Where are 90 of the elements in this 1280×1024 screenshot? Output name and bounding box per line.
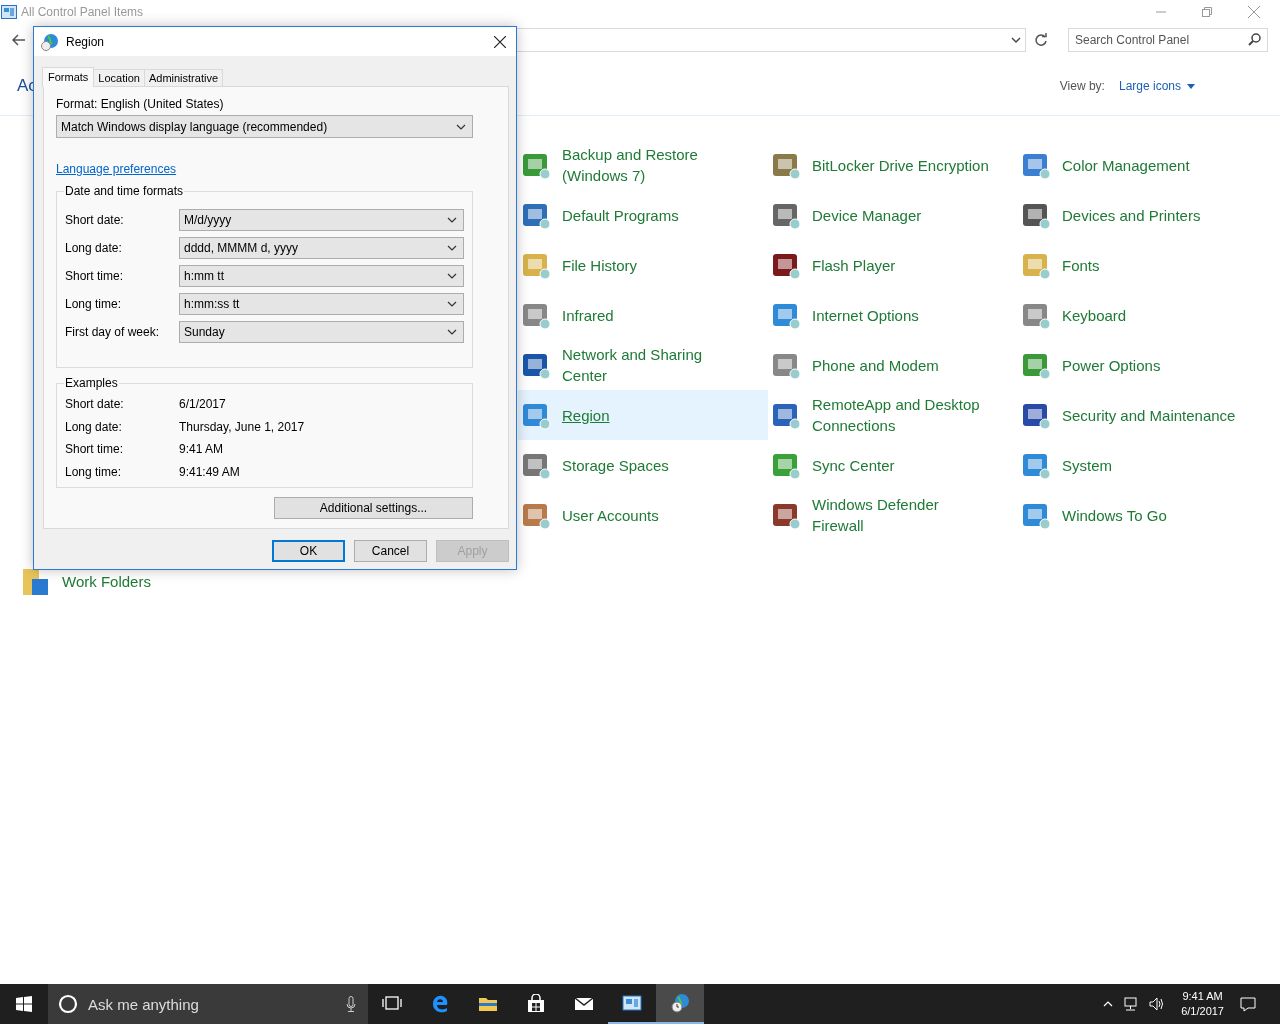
microphone-icon xyxy=(346,996,356,1012)
example-label: Long time: xyxy=(65,464,123,479)
chevron-down-icon xyxy=(447,329,457,335)
example-value: Thursday, June 1, 2017 xyxy=(179,419,305,434)
applet-item[interactable]: Windows To Go xyxy=(1018,490,1268,540)
chevron-down-icon xyxy=(447,273,457,279)
field-label: First day of week: xyxy=(65,325,161,339)
taskbar-app-button[interactable] xyxy=(656,984,704,1024)
applet-item[interactable]: Security and Maintenance xyxy=(1018,390,1268,440)
control-panel-icon xyxy=(622,993,642,1013)
applet-item[interactable]: RemoteApp and Desktop Connections xyxy=(768,390,1018,440)
format-label: Format: English (United States) xyxy=(56,97,225,111)
applet-item[interactable]: Network and Sharing Center xyxy=(518,340,768,390)
globe-clock-icon xyxy=(670,993,690,1013)
refresh-icon xyxy=(1034,33,1048,47)
example-label: Short date: xyxy=(65,397,125,412)
volume-icon xyxy=(1149,997,1166,1011)
field-label: Long time: xyxy=(65,297,123,311)
tab[interactable]: Administrative xyxy=(143,69,223,86)
view-mode-dropdown[interactable]: Large icons xyxy=(1118,79,1195,93)
restore-icon xyxy=(1202,6,1212,17)
shopping-bag-icon xyxy=(526,994,546,1014)
applet-item[interactable]: User Accounts xyxy=(518,490,768,540)
applet-item[interactable]: Color Management xyxy=(1018,140,1268,190)
applet-item[interactable]: Default Programs xyxy=(518,190,768,240)
applet-item[interactable]: Devices and Printers xyxy=(1018,190,1268,240)
applet-item[interactable]: Region xyxy=(518,390,768,440)
chevron-down-icon xyxy=(1011,37,1021,43)
dropdown[interactable]: dddd, MMMM d, yyyy xyxy=(179,237,464,259)
applet-item[interactable]: Work Folders xyxy=(18,556,270,606)
example-label: Short time: xyxy=(65,442,125,457)
group-title: Date and time formats xyxy=(64,184,185,198)
dialog-title: Region xyxy=(66,34,106,49)
dropdown[interactable]: M/d/yyyy xyxy=(179,209,464,231)
applet-item[interactable]: Device Manager xyxy=(768,190,1018,240)
dropdown[interactable]: h:mm:ss tt xyxy=(179,293,464,315)
applet-item[interactable]: Infrared xyxy=(518,290,768,340)
dropdown[interactable]: Sunday xyxy=(179,321,464,343)
clock-time: 9:41 AM xyxy=(1182,989,1223,1004)
chevron-down-icon xyxy=(447,245,457,251)
chevron-up-icon xyxy=(1103,1001,1114,1007)
search-box[interactable]: Ask me anything xyxy=(48,984,368,1024)
applet-item[interactable]: Internet Options xyxy=(768,290,1018,340)
additional-settings-button[interactable]: Additional settings... xyxy=(274,497,473,519)
applet-item[interactable]: System xyxy=(1018,440,1268,490)
notification-icon xyxy=(1240,996,1256,1012)
search-icon xyxy=(1248,33,1261,46)
applet-item[interactable]: Storage Spaces xyxy=(518,440,768,490)
dialog-button[interactable]: OK xyxy=(272,540,345,562)
example-value: 6/1/2017 xyxy=(179,397,226,412)
applet-item[interactable]: Phone and Modem xyxy=(768,340,1018,390)
example-value: 9:41:49 AM xyxy=(179,464,240,479)
dialog-button[interactable]: Cancel xyxy=(354,540,427,562)
back-arrow-icon xyxy=(12,34,26,46)
close-icon xyxy=(494,35,506,48)
dropdown[interactable]: h:mm tt xyxy=(179,265,464,287)
view-by-label: View by: xyxy=(1059,79,1105,93)
chevron-down-icon xyxy=(447,301,457,307)
chevron-down-icon xyxy=(456,123,466,130)
applet-item[interactable]: Power Options xyxy=(1018,340,1268,390)
browser-e-icon xyxy=(430,994,450,1014)
clock[interactable]: 9:41 AM 6/1/2017 xyxy=(1175,989,1230,1019)
chevron-down-icon xyxy=(447,217,457,223)
applet-item[interactable]: File History xyxy=(518,240,768,290)
search-field[interactable]: Search Control Panel xyxy=(1068,28,1268,52)
applet-item[interactable]: Sync Center xyxy=(768,440,1018,490)
dropdown[interactable]: Match Windows display language (recommended) xyxy=(56,115,473,138)
applet-item[interactable]: Flash Player xyxy=(768,240,1018,290)
field-label: Short time: xyxy=(65,269,125,283)
close-icon xyxy=(1248,5,1260,18)
windows-logo-icon xyxy=(16,996,32,1012)
cortana-circle-icon xyxy=(58,994,78,1014)
applet-item[interactable]: Backup and Restore (Windows 7) xyxy=(518,140,768,190)
globe-icon xyxy=(41,32,59,51)
window-title: All Control Panel Items xyxy=(21,4,145,19)
window-icon xyxy=(1,4,17,19)
group-title: Examples xyxy=(64,376,119,390)
applet-item[interactable]: Windows Defender Firewall xyxy=(768,490,1018,540)
field-label: Long date: xyxy=(65,241,123,255)
applet-item[interactable]: BitLocker Drive Encryption xyxy=(768,140,1018,190)
example-label: Long date: xyxy=(65,419,123,434)
clock-date: 6/1/2017 xyxy=(1181,1004,1224,1019)
applet-item[interactable]: Keyboard xyxy=(1018,290,1268,340)
applet-item[interactable]: Fonts xyxy=(1018,240,1268,290)
network-icon xyxy=(1123,997,1140,1011)
tab[interactable]: Formats xyxy=(42,67,95,87)
example-value: 9:41 AM xyxy=(179,442,224,457)
language-preferences-link[interactable]: Language preferences xyxy=(56,162,177,176)
caret-icon xyxy=(1187,83,1195,89)
field-label: Short date: xyxy=(65,213,125,227)
